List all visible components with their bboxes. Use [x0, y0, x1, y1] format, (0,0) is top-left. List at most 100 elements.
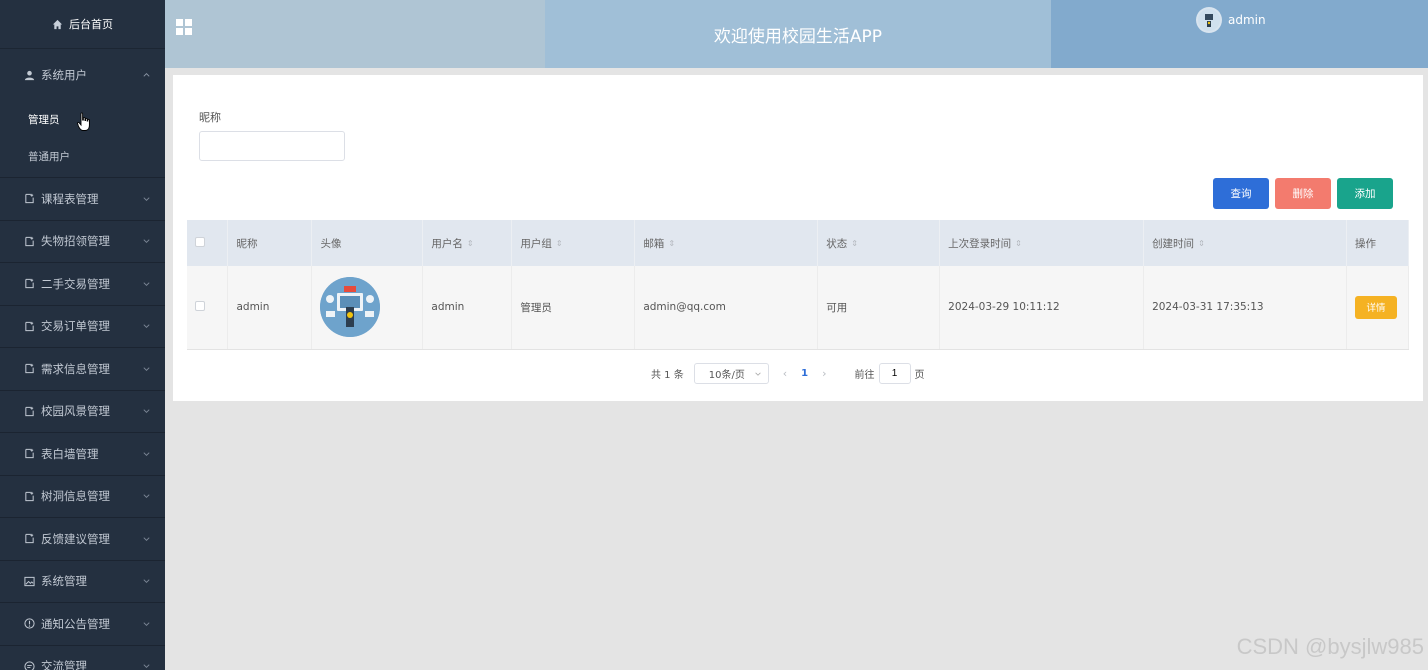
home-icon	[52, 19, 63, 29]
image-icon	[23, 575, 35, 587]
cell-email: admin@qq.com	[634, 266, 819, 350]
column-header-avatar: 头像	[311, 220, 424, 266]
row-checkbox[interactable]	[195, 300, 205, 311]
sidebar-home[interactable]: 后台首页	[0, 0, 165, 49]
sidebar-subitem-normal-users[interactable]: 普通用户	[0, 138, 165, 175]
sidebar-item-label: 失物招领管理	[41, 234, 110, 249]
column-header-last-login[interactable]: 上次登录时间 ⇕	[939, 220, 1145, 266]
page-size-value: 10条/页	[708, 370, 745, 381]
chevron-down-icon	[143, 197, 150, 201]
grid-menu-icon[interactable]	[176, 19, 192, 35]
doc-icon	[23, 193, 35, 205]
sidebar-item-label: 交流管理	[41, 659, 87, 670]
sort-icon[interactable]: ⇕	[1015, 239, 1022, 248]
watermark: CSDN @bysjlw985	[1236, 634, 1424, 659]
query-button[interactable]: 查询	[1213, 178, 1269, 209]
goto-page-input[interactable]	[878, 363, 911, 384]
sidebar-item[interactable]: 反馈建议管理	[0, 518, 165, 561]
page-size-select[interactable]: 10条/页	[693, 363, 769, 384]
sidebar: 后台首页 系统用户 管理员 普通用户 课程表管理 失物招领管理 二手交易管理 交易订单…	[0, 0, 165, 670]
select-all-checkbox[interactable]	[195, 236, 205, 247]
cell-last-login: 2024-03-29 10:11:12	[939, 266, 1145, 350]
chat-icon	[23, 660, 35, 670]
sidebar-item-label: 二手交易管理	[41, 276, 110, 291]
sidebar-item[interactable]: 二手交易管理	[0, 263, 165, 306]
current-page[interactable]: 1	[801, 368, 808, 379]
delete-button[interactable]: 删除	[1275, 178, 1331, 209]
sidebar-item[interactable]: 表白墙管理	[0, 433, 165, 476]
chevron-down-icon	[143, 664, 150, 669]
detail-button[interactable]: 详情	[1354, 295, 1397, 319]
header-right: admin	[1051, 0, 1428, 68]
sidebar-item[interactable]: 需求信息管理	[0, 348, 165, 391]
sidebar-item-label: 系统用户	[41, 68, 87, 82]
avatar	[320, 277, 381, 338]
chevron-down-icon	[143, 537, 150, 541]
chevron-up-icon	[143, 73, 150, 77]
sidebar-item-label: 课程表管理	[41, 191, 99, 206]
main-content: 昵称 查询 删除 添加 昵称 头像 用户名 ⇕ 用户组 ⇕ 邮箱 ⇕ 状态 ⇕ 上次登录…	[173, 75, 1423, 401]
pagination-total: 共 1 条	[651, 370, 684, 381]
sidebar-subitem-label: 普通用户	[28, 151, 70, 163]
cell-status: 可用	[817, 266, 941, 350]
select-all-cell[interactable]	[187, 220, 229, 266]
chevron-down-icon	[143, 367, 150, 371]
cell-nickname: admin	[227, 266, 313, 350]
user-menu[interactable]: admin	[1196, 7, 1266, 33]
cell-username: admin	[422, 266, 513, 350]
next-page-icon[interactable]: ›	[822, 367, 826, 380]
sidebar-item[interactable]: 校园风景管理	[0, 391, 165, 433]
sort-icon[interactable]: ⇕	[851, 239, 858, 248]
avatar	[1196, 7, 1222, 33]
chevron-down-icon	[143, 239, 150, 244]
sort-icon[interactable]: ⇕	[1198, 239, 1205, 248]
sidebar-item-label: 表白墙管理	[41, 446, 99, 461]
nickname-search-input[interactable]	[199, 131, 345, 161]
doc-icon	[23, 490, 35, 502]
sidebar-item[interactable]: 树洞信息管理	[0, 476, 165, 518]
column-header-username[interactable]: 用户名 ⇕	[422, 220, 513, 266]
sort-icon[interactable]: ⇕	[668, 239, 675, 248]
sidebar-item[interactable]: 交流管理	[0, 646, 165, 670]
sidebar-item[interactable]: 课程表管理	[0, 178, 165, 221]
pagination: 共 1 条 10条/页 ‹ 1 › 前往 页	[651, 363, 925, 384]
column-header-group[interactable]: 用户组 ⇕	[511, 220, 636, 266]
sort-icon[interactable]: ⇕	[467, 239, 474, 248]
doc-icon	[23, 278, 35, 290]
sidebar-item[interactable]: 通知公告管理	[0, 603, 165, 646]
sidebar-item-label: 系统管理	[41, 574, 87, 589]
chevron-down-icon	[143, 494, 150, 499]
sort-icon[interactable]: ⇕	[556, 239, 563, 248]
row-select-cell[interactable]	[187, 266, 229, 350]
goto-prefix: 前往	[854, 370, 875, 381]
table-row: admin admin 管理员 admin@qq.com 可用 2024-03-…	[187, 266, 1410, 350]
header-left	[165, 0, 545, 68]
sidebar-home-label: 后台首页	[69, 18, 113, 31]
chevron-down-icon	[755, 372, 761, 376]
user-name: admin	[1228, 13, 1266, 27]
chevron-down-icon	[143, 452, 150, 456]
add-button[interactable]: 添加	[1337, 178, 1393, 209]
doc-icon	[23, 405, 35, 417]
column-header-nickname: 昵称	[227, 220, 313, 266]
column-header-created[interactable]: 创建时间 ⇕	[1143, 220, 1347, 266]
sidebar-item-system-users[interactable]: 系统用户	[0, 49, 165, 101]
cell-actions: 详情	[1346, 266, 1410, 350]
chevron-down-icon	[143, 579, 150, 584]
info-icon	[23, 618, 35, 630]
sidebar-item-label: 校园风景管理	[41, 404, 110, 419]
cell-created: 2024-03-31 17:35:13	[1143, 266, 1347, 350]
sidebar-item-label: 反馈建议管理	[41, 531, 110, 546]
chevron-down-icon	[143, 409, 150, 414]
doc-icon	[23, 235, 35, 247]
sidebar-item[interactable]: 系统管理	[0, 561, 165, 603]
prev-page-icon[interactable]: ‹	[783, 367, 787, 380]
column-header-email[interactable]: 邮箱 ⇕	[634, 220, 819, 266]
chevron-down-icon	[143, 324, 150, 329]
sidebar-item-label: 通知公告管理	[41, 616, 110, 631]
column-header-status[interactable]: 状态 ⇕	[817, 220, 941, 266]
hand-cursor-icon	[77, 112, 90, 131]
sidebar-item[interactable]: 失物招领管理	[0, 221, 165, 263]
app-title: 欢迎使用校园生活APP	[545, 0, 1051, 68]
sidebar-item[interactable]: 交易订单管理	[0, 306, 165, 348]
